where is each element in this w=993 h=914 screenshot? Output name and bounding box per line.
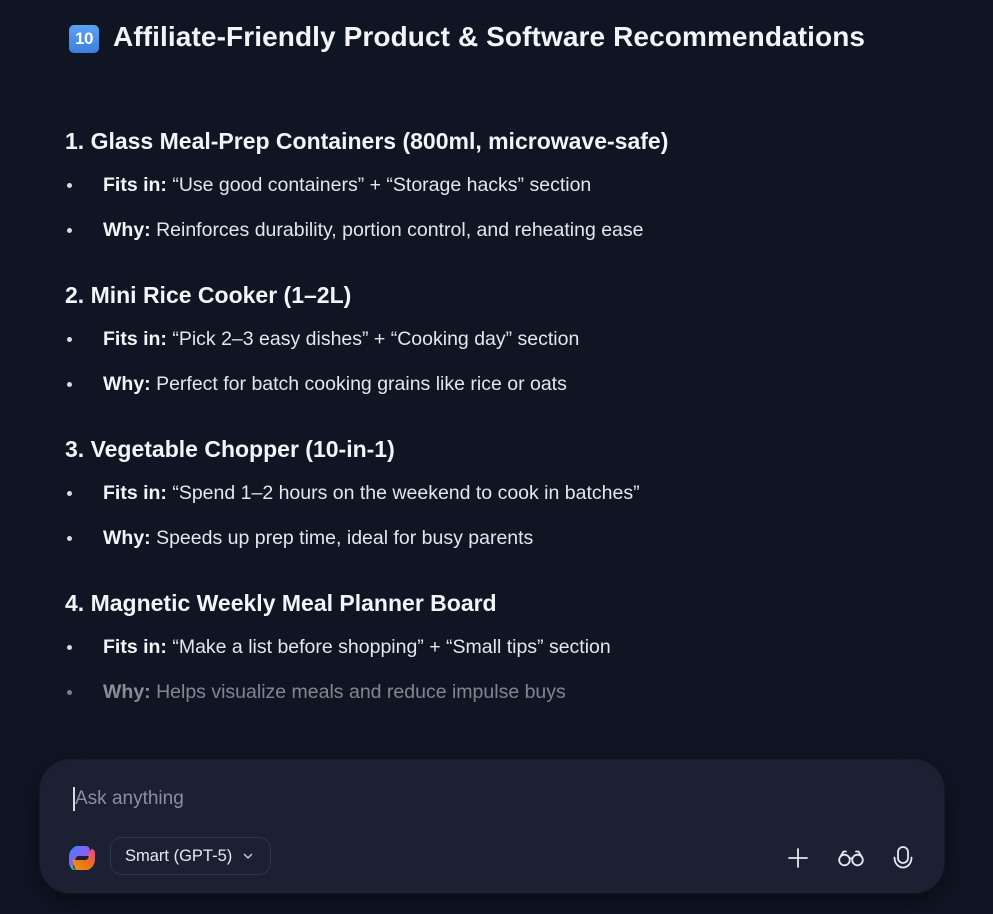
bullet-dot <box>67 183 72 188</box>
bullet-list: Fits in: “Spend 1–2 hours on the weekend… <box>65 480 640 551</box>
section-title: 2. Mini Rice Cooker (1–2L) <box>65 282 352 308</box>
text-caret <box>73 787 75 811</box>
bullet-text: “Make a list before shopping” + “Small t… <box>166 636 611 658</box>
section-title: 3. Vegetable Chopper (10-in-1) <box>65 436 395 462</box>
bullet-label: Why: <box>103 219 151 241</box>
recommendation-section: 2. Mini Rice Cooker (1–2L) Fits in: “Pic… <box>65 280 579 397</box>
section-title: 1. Glass Meal-Prep Containers (800ml, mi… <box>65 128 669 154</box>
copilot-logo-icon <box>69 846 95 870</box>
bullet-fits-in: Fits in: “Spend 1–2 hours on the weekend… <box>65 480 640 506</box>
response-content: 10 Affiliate-Friendly Product & Software … <box>65 0 945 703</box>
bullet-why: Why: Speeds up prep time, ideal for busy… <box>65 525 640 551</box>
bullet-why: Why: Helps visualize meals and reduce im… <box>65 679 611 705</box>
recommendation-section: 3. Vegetable Chopper (10-in-1) Fits in: … <box>65 434 640 551</box>
add-attachment-button[interactable] <box>782 842 814 874</box>
microphone-icon <box>893 846 913 869</box>
recommendation-section: 1. Glass Meal-Prep Containers (800ml, mi… <box>65 126 668 243</box>
microphone-button[interactable] <box>887 842 919 874</box>
bullet-dot <box>67 382 72 387</box>
bullet-fits-in: Fits in: “Use good containers” + “Storag… <box>65 172 668 198</box>
chat-composer: Smart (GPT-5) <box>40 760 944 893</box>
chat-page: 10 Affiliate-Friendly Product & Software … <box>0 0 993 914</box>
recommendation-section: 4. Magnetic Weekly Meal Planner Board Fi… <box>65 588 611 705</box>
keycap-ten-emoji: 10 <box>69 25 99 53</box>
bullet-fits-in: Fits in: “Make a list before shopping” +… <box>65 634 611 660</box>
bullet-dot <box>67 645 72 650</box>
bullet-dot <box>67 491 72 496</box>
bullet-text: Helps visualize meals and reduce impulse… <box>150 681 566 703</box>
chevron-down-icon <box>244 853 253 859</box>
bullet-text: “Use good containers” + “Storage hacks” … <box>166 174 592 196</box>
plus-icon <box>788 848 808 868</box>
bullet-label: Why: <box>103 527 151 549</box>
bullet-text: Perfect for batch cooking grains like ri… <box>150 373 567 395</box>
bullet-why: Why: Reinforces durability, portion cont… <box>65 217 668 243</box>
bullet-list: Fits in: “Pick 2–3 easy dishes” + “Cooki… <box>65 326 579 397</box>
glasses-icon <box>838 850 864 867</box>
bullet-dot <box>67 536 72 541</box>
bullet-label: Fits in: <box>103 174 167 196</box>
response-heading-text: Affiliate-Friendly Product & Software Re… <box>113 21 866 52</box>
bullet-text: “Pick 2–3 easy dishes” + “Cooking day” s… <box>166 328 580 350</box>
vision-button[interactable] <box>835 842 867 874</box>
response-heading: 10 Affiliate-Friendly Product & Software … <box>65 0 945 56</box>
bullet-why: Why: Perfect for batch cooking grains li… <box>65 371 579 397</box>
section-title: 4. Magnetic Weekly Meal Planner Board <box>65 590 497 616</box>
bullet-label: Fits in: <box>103 636 167 658</box>
bullet-dot <box>67 228 72 233</box>
bullet-list: Fits in: “Make a list before shopping” +… <box>65 634 611 705</box>
bullet-label: Why: <box>103 681 151 703</box>
bullet-label: Fits in: <box>103 482 167 504</box>
bullet-text: Speeds up prep time, ideal for busy pare… <box>150 527 534 549</box>
bullet-text: Reinforces durability, portion control, … <box>150 219 644 241</box>
bullet-dot <box>67 337 72 342</box>
model-selector-label: Smart (GPT-5) <box>125 846 233 865</box>
message-input[interactable] <box>73 784 895 814</box>
bullet-text: “Spend 1–2 hours on the weekend to cook … <box>166 482 640 504</box>
bullet-dot <box>67 690 72 695</box>
model-selector[interactable]: Smart (GPT-5) <box>110 837 272 875</box>
bullet-label: Fits in: <box>103 328 167 350</box>
bullet-label: Why: <box>103 373 151 395</box>
bullet-list: Fits in: “Use good containers” + “Storag… <box>65 172 668 243</box>
bullet-fits-in: Fits in: “Pick 2–3 easy dishes” + “Cooki… <box>65 326 579 352</box>
